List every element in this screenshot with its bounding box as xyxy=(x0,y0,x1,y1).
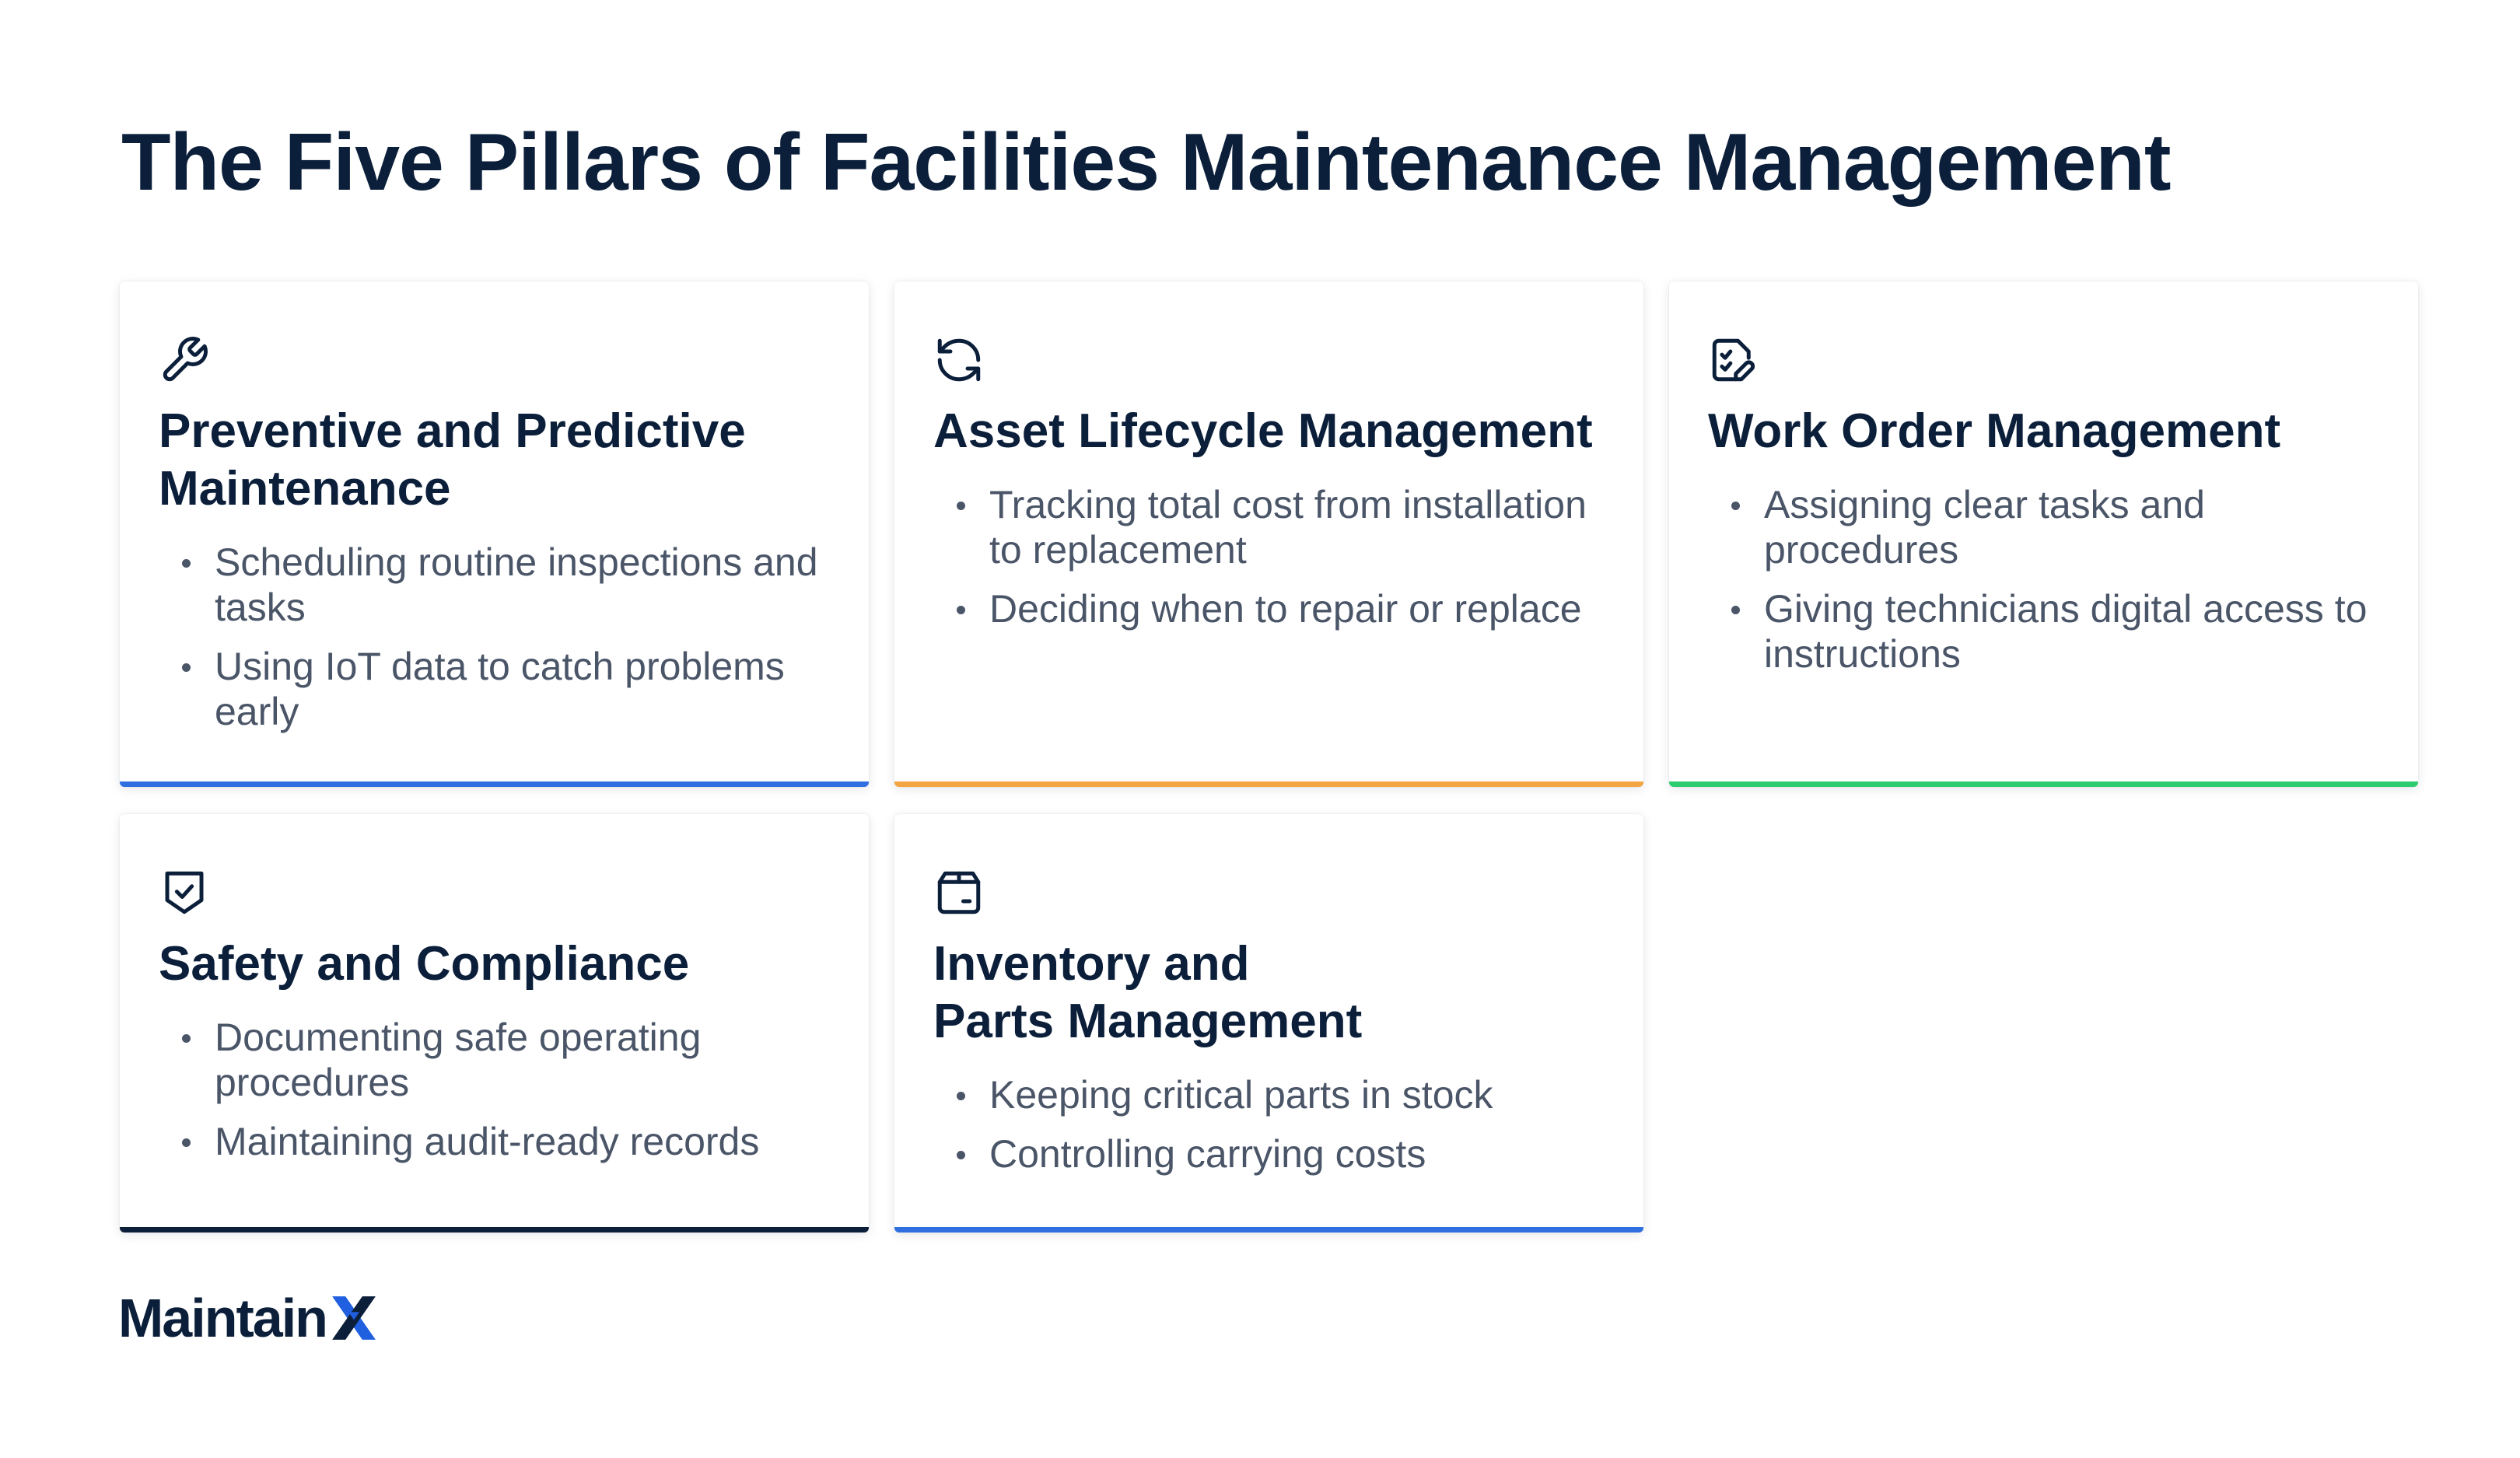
list-item: Controlling carrying costs xyxy=(933,1131,1605,1177)
card-title: Inventory and Parts Management xyxy=(933,937,1363,1048)
card-title: Work Order Management xyxy=(1708,404,2281,458)
bullet-list: Assigning clear tasks and procedures Giv… xyxy=(1708,482,2379,677)
list-item: Using IoT data to catch problems early xyxy=(159,644,830,734)
card-title: Asset Lifecycle Management xyxy=(933,404,1593,458)
checklist-edit-icon xyxy=(1708,334,1759,386)
brand-wordmark: Maintain xyxy=(118,1288,328,1348)
bullet-list: Scheduling routine inspections and tasks… xyxy=(159,540,830,734)
list-item: Scheduling routine inspections and tasks xyxy=(159,540,830,630)
list-item: Documenting safe operating procedures xyxy=(159,1015,830,1105)
pillar-card-work-order: Work Order Management Assigning clear ta… xyxy=(1669,281,2418,787)
card-title: Preventive and Predictive Maintenance xyxy=(159,404,746,516)
pillar-card-inventory-parts: Inventory and Parts Management Keeping c… xyxy=(894,814,1643,1232)
page-title: The Five Pillars of Facilities Maintenan… xyxy=(121,117,2171,208)
bullet-list: Documenting safe operating procedures Ma… xyxy=(159,1015,830,1164)
parts-box-icon xyxy=(933,867,985,918)
pillars-grid: Preventive and Predictive Maintenance Sc… xyxy=(120,281,2418,1232)
card-title: Safety and Compliance xyxy=(159,937,690,991)
list-item: Assigning clear tasks and procedures xyxy=(1708,482,2379,572)
list-item: Giving technicians digital access to ins… xyxy=(1708,586,2379,677)
brand-logo: Maintain xyxy=(118,1287,378,1349)
list-item: Keeping critical parts in stock xyxy=(933,1072,1605,1117)
pillar-card-safety-compliance: Safety and Compliance Documenting safe o… xyxy=(120,814,869,1232)
list-item: Maintaining audit-ready records xyxy=(159,1119,830,1164)
list-item: Deciding when to repair or replace xyxy=(933,586,1605,631)
pillar-card-preventive-maintenance: Preventive and Predictive Maintenance Sc… xyxy=(120,281,869,787)
shield-check-icon xyxy=(159,867,210,918)
refresh-cycle-icon xyxy=(933,334,985,386)
pillar-card-asset-lifecycle: Asset Lifecycle Management Tracking tota… xyxy=(894,281,1643,787)
wrench-icon xyxy=(159,334,210,386)
bullet-list: Keeping critical parts in stock Controll… xyxy=(933,1072,1605,1177)
brand-x-mark-icon xyxy=(332,1296,376,1340)
bullet-list: Tracking total cost from installation to… xyxy=(933,482,1605,631)
list-item: Tracking total cost from installation to… xyxy=(933,482,1605,572)
